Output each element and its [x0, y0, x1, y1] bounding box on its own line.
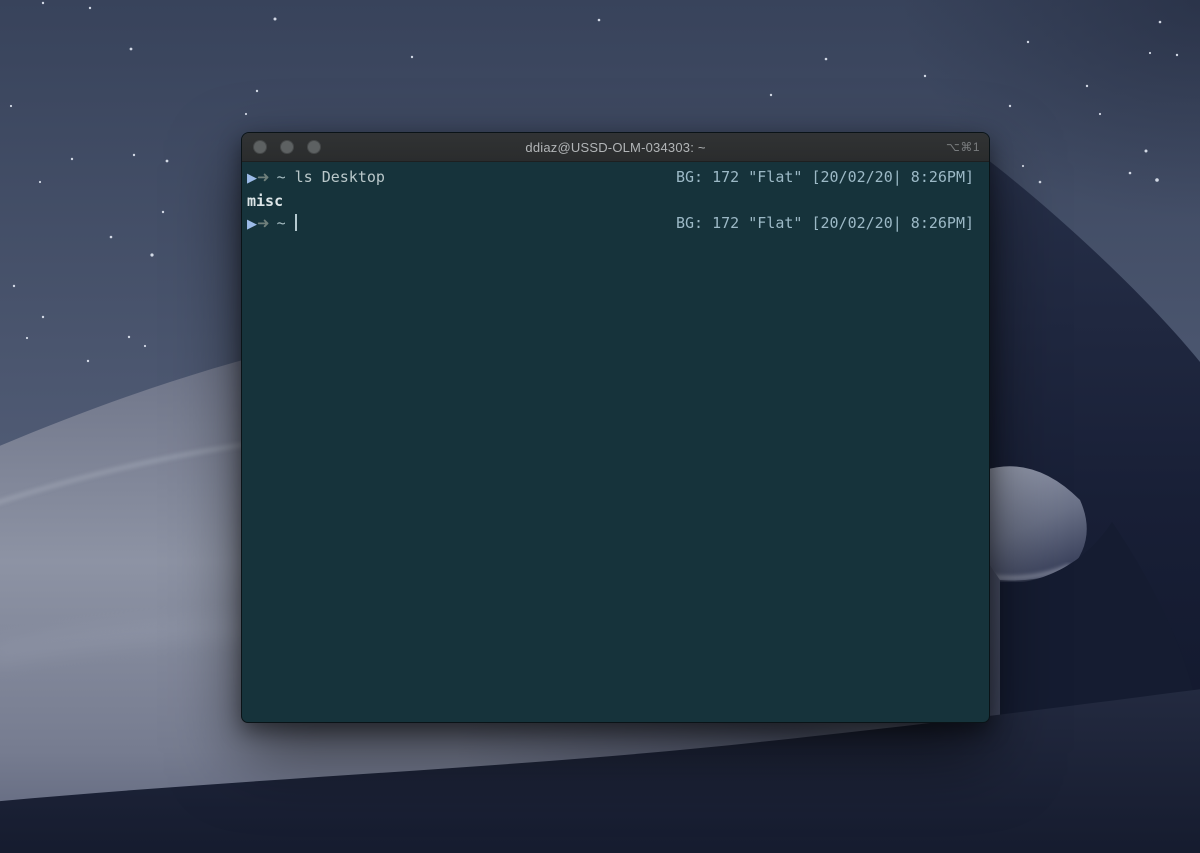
command-text: ls Desktop [295, 168, 385, 186]
terminal-window: ddiaz@USSD-OLM-034303: ~ ⌥⌘1 ▶➜~ls Deskt… [241, 132, 990, 723]
window-title: ddiaz@USSD-OLM-034303: ~ [242, 140, 989, 155]
terminal-line-1: ▶➜ ~ ls Desktop BG: 172 "Flat" [20/02/20| … [247, 166, 974, 190]
terminal-line-2: misc [247, 190, 974, 212]
prompt-arrow-icon: ➜ [257, 168, 270, 186]
minimize-button[interactable] [280, 140, 294, 154]
traffic-lights [253, 133, 321, 161]
titlebar[interactable]: ddiaz@USSD-OLM-034303: ~ ⌥⌘1 [242, 133, 989, 162]
prompt-current: ▶➜ ~ [247, 212, 297, 236]
prompt-cwd: ~ [277, 214, 286, 232]
prompt-triangle-icon: ▶ [247, 217, 257, 232]
close-button[interactable] [253, 140, 267, 154]
prompt-status: BG: 172 "Flat" [20/02/20| 8:26PM] [676, 212, 974, 234]
terminal-line-3: ▶➜ ~ BG: 172 "Flat" [20/02/20| 8:26PM] [247, 212, 974, 236]
terminal-screen[interactable]: ▶➜~ls Desktop BG: 172 "Flat" [20/02/20| … [242, 162, 989, 722]
prompt-triangle-icon: ▶ [247, 171, 257, 186]
prompt-status: BG: 172 "Flat" [20/02/20| 8:26PM] [676, 166, 974, 188]
tab-shortcut-badge: ⌥⌘1 [946, 133, 980, 161]
prompt-arrow-icon: ➜ [257, 214, 270, 232]
prompt-cwd: ~ [277, 168, 286, 186]
text-cursor [295, 214, 297, 231]
command-output: misc [247, 190, 283, 212]
zoom-button[interactable] [307, 140, 321, 154]
prompt-and-command: ▶➜ ~ ls Desktop [247, 166, 385, 190]
